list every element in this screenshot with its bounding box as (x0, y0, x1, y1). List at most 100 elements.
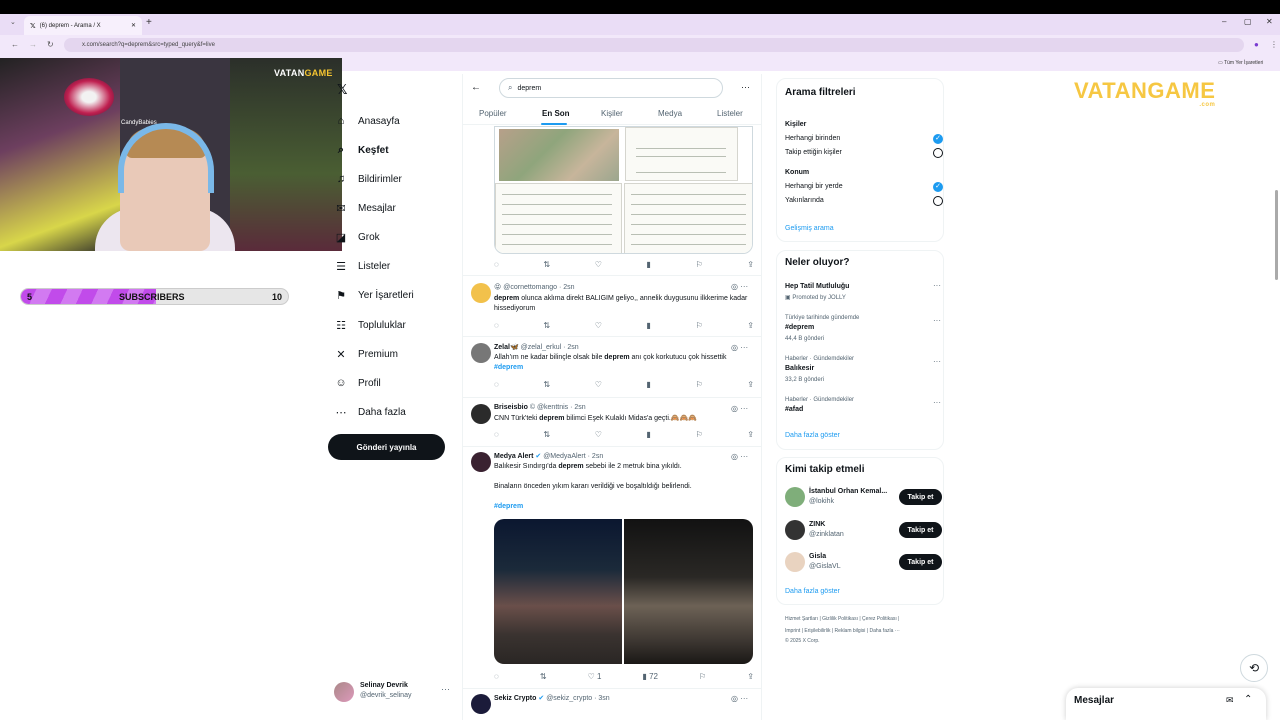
share-icon[interactable]: ⇪ (747, 430, 754, 439)
browser-tab[interactable]: 𝕏 (6) deprem - Arama / X ✕ (24, 16, 142, 35)
tab-lists[interactable]: Listeler (717, 109, 743, 118)
bookmark-icon[interactable]: ⚐ (699, 672, 706, 681)
nav-item-3[interactable]: ✉ Mesajlar (334, 198, 395, 218)
tweet-media-documents[interactable] (494, 126, 753, 254)
close-window-button[interactable]: ✕ (1266, 17, 1273, 26)
tweet-handle[interactable]: @kenttnis · 2sn (537, 404, 586, 411)
views-icon[interactable]: ▮ (646, 380, 650, 389)
tweet-handle[interactable]: @cornettomango · 2sn (503, 284, 574, 291)
location-anywhere-radio[interactable]: ✓ (933, 182, 943, 192)
new-tab-button[interactable]: + (146, 17, 152, 28)
bookmark-icon[interactable]: ⚐ (695, 260, 702, 269)
location-option-anywhere[interactable]: Herhangi bir yerde (785, 183, 843, 190)
nav-item-7[interactable]: ☷ Topluluklar (334, 315, 406, 335)
tweet-card[interactable]: Sekiz Crypto ✔ @sekiz_crypto · 3sn ◎ ··· (463, 690, 761, 720)
like-icon[interactable]: ♡ 1 (588, 672, 602, 681)
tab-media[interactable]: Medya (658, 109, 682, 118)
trend-name[interactable]: #deprem (785, 324, 814, 331)
nav-item-4[interactable]: ◪ Grok (334, 227, 380, 247)
like-icon[interactable]: ♡ (595, 321, 602, 330)
trend-more-icon[interactable]: ··· (933, 398, 941, 407)
advanced-search-link[interactable]: Gelişmiş arama (785, 225, 834, 232)
all-bookmarks-link[interactable]: ▭ Tüm Yer İşaretleri (1218, 60, 1263, 66)
share-icon[interactable]: ⇪ (747, 321, 754, 330)
nav-item-1[interactable]: ⌕ Keşfet (334, 140, 389, 160)
like-icon[interactable]: ♡ (595, 430, 602, 439)
suggested-avatar[interactable] (785, 520, 805, 540)
tweet-media-photos[interactable] (494, 519, 753, 664)
tweet-handle[interactable]: @MedyaAlert · 2sn (543, 453, 603, 460)
views-icon[interactable]: ▮ (646, 260, 650, 269)
suggested-name[interactable]: Gisla (809, 553, 826, 560)
account-avatar[interactable] (334, 682, 354, 702)
reply-icon[interactable]: ◌ (494, 380, 499, 389)
tweet-handle[interactable]: @zelal_erkul · 2sn (521, 344, 579, 351)
suggested-name[interactable]: ZINK (809, 521, 825, 528)
location-option-near[interactable]: Yakınlarında (785, 197, 824, 204)
maximize-button[interactable]: ▢ (1244, 17, 1252, 26)
tab-people[interactable]: Kişiler (601, 109, 623, 118)
forward-icon[interactable]: → (29, 40, 37, 49)
nav-item-9[interactable]: ☺ Profil (334, 373, 380, 393)
location-near-radio[interactable] (933, 196, 943, 206)
repost-icon[interactable]: ⇅ (543, 430, 550, 439)
bookmark-icon[interactable]: ⚐ (695, 321, 702, 330)
nav-item-10[interactable]: ⋯ Daha fazla (334, 402, 406, 422)
tweet-handle[interactable]: @sekiz_crypto · 3sn (546, 695, 610, 702)
nav-item-5[interactable]: ☰ Listeler (334, 256, 390, 276)
nav-item-2[interactable]: ♫ Bildirimler (334, 169, 402, 189)
follow-button[interactable]: Takip et (899, 522, 942, 538)
messages-drawer[interactable]: Mesajlar ✉ ⌃ (1066, 688, 1266, 720)
share-icon[interactable]: ⇪ (747, 380, 754, 389)
people-option-anyone[interactable]: Herhangi birinden (785, 135, 840, 142)
share-icon[interactable]: ⇪ (747, 672, 754, 681)
reload-icon[interactable]: ↻ (47, 40, 54, 49)
repost-icon[interactable]: ⇅ (543, 380, 550, 389)
profile-icon-browser[interactable]: ● (1254, 40, 1259, 49)
browser-menu-icon[interactable]: ⋮ (1270, 40, 1278, 49)
search-input[interactable]: ⌕ deprem (499, 78, 723, 98)
tweet-hashtag[interactable]: #deprem (494, 363, 523, 373)
nav-item-6[interactable]: ⚑ Yer İşaretleri (334, 285, 414, 305)
reply-icon[interactable]: ◌ (494, 430, 499, 439)
post-button[interactable]: Gönderi yayınla (328, 434, 445, 460)
tab-latest[interactable]: En Son (542, 109, 570, 118)
suggested-avatar[interactable] (785, 487, 805, 507)
account-more-icon[interactable]: ··· (441, 684, 450, 694)
views-icon[interactable]: ▮ (646, 430, 650, 439)
tweet-card[interactable]: Medya Alert ✔ @MedyaAlert · 2sn Balıkesi… (463, 448, 761, 689)
url-field[interactable]: x.com/search?q=deprem&src=typed_query&f=… (64, 38, 1244, 52)
trend-more-icon[interactable]: ··· (933, 357, 941, 366)
reply-icon[interactable]: ◌ (494, 672, 499, 681)
follow-button[interactable]: Takip et (899, 489, 942, 505)
tab-popular[interactable]: Popüler (479, 109, 507, 118)
repost-icon[interactable]: ⇅ (543, 321, 550, 330)
tweet-more-icon[interactable]: ◎ ··· (731, 282, 748, 291)
people-option-following[interactable]: Takip ettiğin kişiler (785, 149, 842, 156)
nav-item-0[interactable]: ⌂ Anasayfa (334, 111, 400, 131)
grok-fab-icon[interactable]: ⟲ (1240, 654, 1268, 682)
tab-list-icon[interactable]: ⌄ (10, 18, 16, 26)
share-icon[interactable]: ⇪ (747, 260, 754, 269)
show-more-trends-link[interactable]: Daha fazla göster (785, 432, 840, 439)
tweet-hashtag[interactable]: #deprem (494, 502, 523, 512)
tab-close-icon[interactable]: ✕ (131, 22, 136, 29)
x-logo-icon[interactable]: 𝕏 (337, 82, 347, 98)
trend-name[interactable]: Balıkesir (785, 365, 814, 372)
trend-name[interactable]: #afad (785, 406, 803, 413)
reply-icon[interactable]: ◌ (494, 321, 499, 330)
search-options-icon[interactable]: ··· (741, 82, 750, 92)
views-icon[interactable]: ▮ 72 (642, 672, 658, 681)
back-icon[interactable]: ← (11, 40, 19, 49)
nav-item-8[interactable]: ✕ Premium (334, 344, 398, 364)
tweet-more-icon[interactable]: ◎ ··· (731, 694, 748, 703)
trend-more-icon[interactable]: ··· (933, 316, 941, 325)
bookmark-icon[interactable]: ⚐ (695, 430, 702, 439)
promoted-trend-title[interactable]: Hep Tatil Mutluluğu (785, 283, 849, 290)
bookmark-icon[interactable]: ⚐ (695, 380, 702, 389)
people-following-radio[interactable] (933, 148, 943, 158)
follow-button[interactable]: Takip et (899, 554, 942, 570)
like-icon[interactable]: ♡ (595, 260, 602, 269)
like-icon[interactable]: ♡ (595, 380, 602, 389)
reply-icon[interactable]: ◌ (494, 260, 499, 269)
